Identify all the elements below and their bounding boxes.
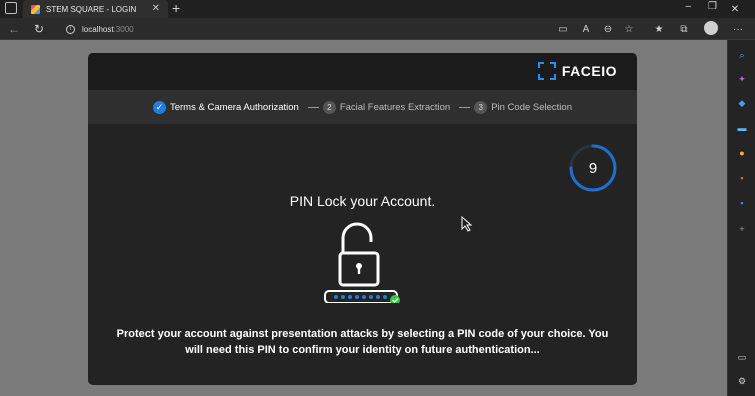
- url-host: localhost: [82, 24, 114, 34]
- faceio-modal: FACEIO ✓ Terms & Camera Authorization 2 …: [88, 53, 637, 385]
- games-icon[interactable]: ●: [735, 146, 749, 160]
- step-divider: [459, 106, 471, 108]
- discover-icon[interactable]: ✦: [735, 72, 749, 86]
- brand-name: FACEIO: [561, 63, 617, 79]
- camera-icon[interactable]: ▭: [556, 22, 570, 36]
- site-info-icon[interactable]: i: [66, 24, 75, 34]
- add-sidebar-app-icon[interactable]: +: [735, 222, 749, 236]
- address-bar[interactable]: i localhost:3000: [56, 20, 546, 38]
- favicon-icon: [31, 4, 40, 14]
- step-pin: 3 Pin Code Selection: [474, 100, 572, 114]
- step-number: 3: [474, 100, 488, 114]
- tools-icon[interactable]: ▬: [735, 121, 749, 135]
- shopping-icon[interactable]: ◆: [735, 96, 749, 110]
- step-number: 2: [322, 100, 336, 114]
- add-favorite-icon[interactable]: ☆: [622, 22, 636, 36]
- countdown-value: 9: [588, 159, 598, 177]
- step-label: Terms & Camera Authorization: [169, 101, 299, 113]
- tab-title: STEM SQUARE - LOGIN: [46, 4, 137, 14]
- padlock-pin-icon: [324, 222, 400, 303]
- favorites-icon[interactable]: ★: [652, 22, 666, 36]
- step-features: 2 Facial Features Extraction: [322, 100, 451, 114]
- browser-tab[interactable]: STEM SQUARE - LOGIN ✕: [23, 0, 168, 18]
- sidebar-layout-icon[interactable]: ▭: [735, 350, 749, 364]
- faceio-logo: FACEIO: [537, 62, 617, 80]
- outlook-icon[interactable]: ▪: [735, 196, 749, 210]
- pin-description: Protect your account against presentatio…: [116, 328, 609, 356]
- browser-navbar: ← ↻ i localhost:3000 ▭ A ⊖ ☆ ★ ⧉ ···: [0, 18, 755, 40]
- collections-icon[interactable]: ⧉: [677, 22, 691, 36]
- modal-header: FACEIO: [88, 53, 637, 90]
- browser-titlebar: STEM SQUARE - LOGIN ✕ + – ❐ ✕: [0, 0, 755, 18]
- tab-actions-icon[interactable]: [5, 2, 17, 14]
- face-frame-icon: [537, 62, 556, 80]
- tab-close-icon[interactable]: ✕: [152, 3, 160, 14]
- step-label: Pin Code Selection: [491, 101, 572, 113]
- search-icon[interactable]: ⌕: [735, 48, 749, 62]
- countdown-timer: 9: [568, 143, 618, 193]
- step-divider: [307, 106, 319, 108]
- minimize-button[interactable]: –: [685, 1, 691, 12]
- browser-sidebar: ⌕ ✦ ◆ ▬ ● ▪ ▪ + ▭ ⚙: [727, 40, 755, 396]
- refresh-icon[interactable]: ↻: [31, 21, 47, 37]
- settings-menu-icon[interactable]: ···: [731, 22, 745, 36]
- mouse-cursor-icon: [461, 216, 473, 232]
- pin-headline: PIN Lock your Account.: [289, 193, 436, 209]
- sidebar-settings-icon[interactable]: ⚙: [735, 374, 749, 388]
- close-window-button[interactable]: ✕: [715, 0, 755, 18]
- back-icon[interactable]: ←: [6, 21, 22, 37]
- step-terms: ✓ Terms & Camera Authorization: [152, 100, 299, 114]
- url-port: :3000: [113, 24, 134, 34]
- profile-avatar[interactable]: [704, 21, 718, 35]
- step-label: Facial Features Extraction: [339, 101, 451, 113]
- zoom-icon[interactable]: ⊖: [601, 22, 615, 36]
- new-tab-button[interactable]: +: [172, 0, 180, 16]
- read-aloud-icon[interactable]: A: [579, 22, 593, 36]
- office-icon[interactable]: ▪: [735, 171, 749, 185]
- check-icon: ✓: [152, 100, 166, 114]
- step-progress: ✓ Terms & Camera Authorization 2 Facial …: [88, 90, 637, 124]
